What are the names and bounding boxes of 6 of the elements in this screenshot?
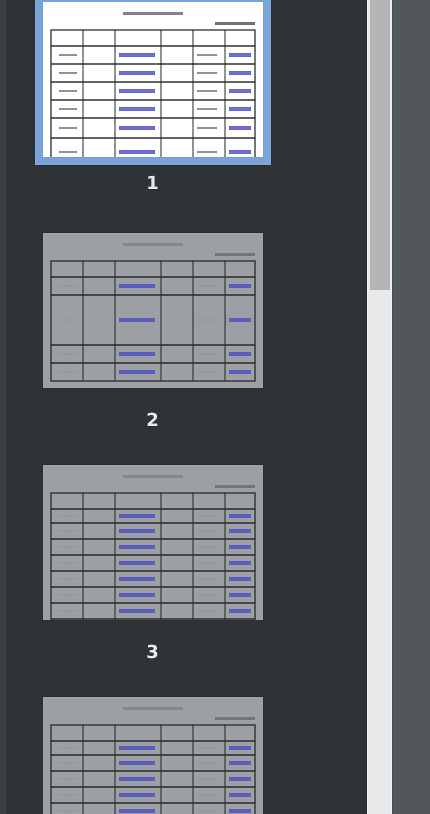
scrollbar[interactable] — [367, 0, 392, 814]
page-thumbnail[interactable] — [34, 0, 270, 165]
page-number: 1 — [146, 173, 159, 194]
page-number: 3 — [146, 642, 159, 663]
scrollbar-thumb[interactable] — [370, 0, 390, 290]
page-number: 2 — [146, 410, 159, 431]
